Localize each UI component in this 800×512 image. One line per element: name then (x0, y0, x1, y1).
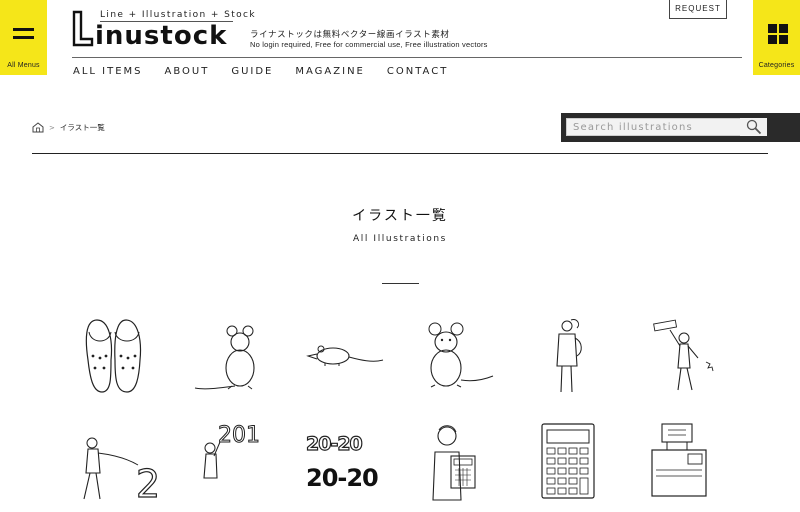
illustration-man-pulling-2[interactable]: 2 (78, 425, 173, 507)
home-icon[interactable] (32, 122, 44, 133)
search-input[interactable] (566, 118, 766, 136)
hamburger-icon (13, 28, 34, 44)
numbers-2020-illustration: 20-20 20-20 (305, 432, 379, 492)
man-cheering-illustration (653, 319, 714, 391)
illustration-man-cheering[interactable] (640, 316, 735, 396)
tagline-japanese: ライナストックは無料ベクター線画イラスト素材 (250, 30, 450, 40)
illustration-rat-front[interactable] (405, 316, 500, 396)
logo-wordmark-text: inustock (95, 21, 228, 51)
tagline-english: No login required, Free for commercial u… (250, 40, 488, 49)
request-button[interactable]: REQUEST (669, 0, 727, 19)
title-divider (382, 283, 419, 284)
calculator-illustration (541, 423, 595, 499)
rat-back-illustration (194, 325, 255, 390)
year-201-text: 201 (218, 423, 260, 448)
logo-l-mark (72, 10, 94, 47)
categories-label: Categories (758, 62, 795, 69)
nav-guide[interactable]: GUIDE (231, 66, 273, 77)
all-menus-button[interactable]: All Menus (0, 0, 47, 75)
rat-front-illustration (428, 322, 494, 388)
mouse-side-illustration (306, 345, 384, 366)
illustration-rat-back[interactable] (190, 316, 285, 396)
nav-about[interactable]: ABOUT (165, 66, 210, 77)
illustration-2020-numbers[interactable]: 20-20 20-20 (300, 428, 395, 508)
breadcrumb-current: イラスト一覧 (59, 123, 105, 132)
illustration-mouse-side[interactable] (305, 316, 400, 396)
year-2020-solid-text: 20-20 (306, 464, 378, 492)
logo-wordmark[interactable]: inustock (95, 21, 227, 51)
header-divider (72, 57, 742, 58)
illustration-sandals[interactable] (75, 316, 170, 396)
content-divider (32, 153, 768, 154)
breadcrumb: > イラスト一覧 (32, 122, 105, 133)
grid-icon (768, 24, 788, 44)
cash-register-illustration (651, 423, 707, 497)
categories-button[interactable]: Categories (753, 0, 800, 75)
illustration-calculator[interactable] (530, 420, 625, 500)
nav-all-items[interactable]: ALL ITEMS (73, 66, 143, 77)
nav-contact[interactable]: CONTACT (387, 66, 448, 77)
illustration-man-201[interactable]: 201 (190, 420, 285, 500)
all-menus-label: All Menus (7, 62, 40, 69)
man-201-illustration: 201 (203, 423, 261, 479)
digit-2-text: 2 (136, 462, 160, 505)
illustration-woman-coat[interactable] (525, 316, 620, 396)
breadcrumb-separator: > (49, 123, 55, 132)
illustration-woman-calculator[interactable] (415, 422, 510, 502)
woman-coat-illustration (556, 319, 582, 393)
woman-calculator-illustration (432, 425, 476, 501)
year-2020-outline-text: 20-20 (306, 433, 363, 455)
logo-tagline: Line + Illustration + Stock (100, 10, 257, 20)
nav-magazine[interactable]: MAGAZINE (295, 66, 364, 77)
sandals-illustration (85, 319, 142, 393)
man-pulling-illustration: 2 (83, 437, 161, 507)
page-title: イラスト一覧 (352, 208, 448, 224)
magnifier-icon (746, 119, 762, 135)
main-nav: ALL ITEMS ABOUT GUIDE MAGAZINE CONTACT (73, 66, 470, 77)
page-subtitle: All Illustrations (353, 234, 447, 244)
illustration-cash-register[interactable] (640, 420, 735, 500)
search-button[interactable] (740, 118, 767, 136)
